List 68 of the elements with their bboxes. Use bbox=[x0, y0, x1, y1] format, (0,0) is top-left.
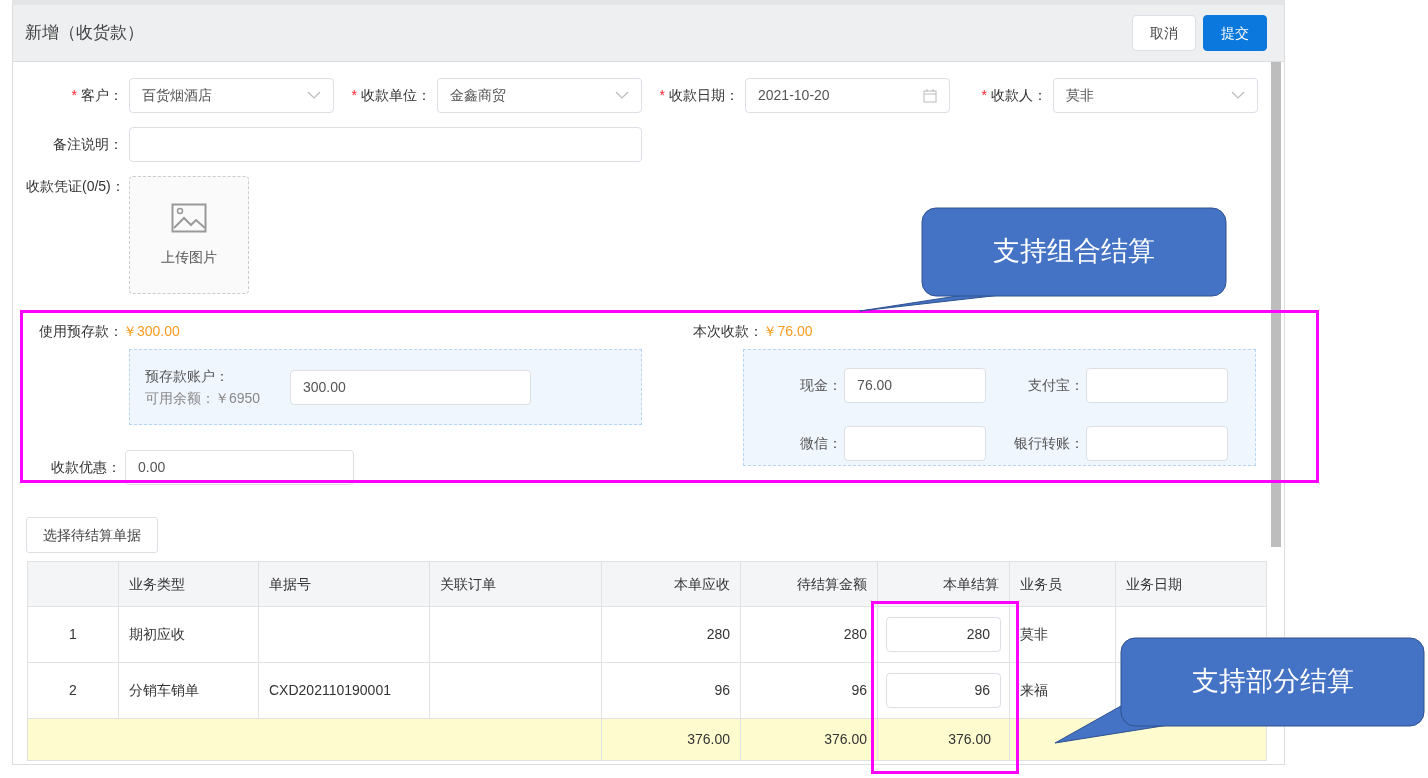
column-header: 本单应收 bbox=[601, 561, 741, 607]
select-button[interactable]: 选择待结算单据 bbox=[26, 517, 158, 553]
section-label: 使用预存款： bbox=[39, 321, 123, 341]
chevron-down-icon bbox=[307, 91, 321, 100]
amount-text: ￥300.00 bbox=[123, 321, 180, 341]
column-header: 待结算金额 bbox=[740, 561, 878, 607]
required-asterisk: * bbox=[981, 87, 987, 103]
dialog-title: 新增（收货款） bbox=[25, 22, 144, 45]
balance-text: 可用余额：￥6950 bbox=[145, 389, 262, 408]
field-label: 收款日期： bbox=[669, 87, 739, 103]
table-cell: 280 bbox=[843, 626, 867, 642]
column-header: 本单结算 bbox=[877, 561, 1010, 607]
table-cell: 96 bbox=[714, 682, 730, 698]
field-label: 收款凭证(0/5)： bbox=[26, 177, 123, 196]
field-label: 收款单位： bbox=[361, 87, 431, 103]
table-cell: 96 bbox=[851, 682, 867, 698]
upload-button[interactable]: 上传图片 bbox=[129, 176, 249, 294]
callout: 支持部分结算 bbox=[1055, 637, 1425, 744]
text-field[interactable] bbox=[129, 127, 642, 162]
select-field[interactable]: 金鑫商贸 bbox=[437, 78, 642, 113]
account-label: 预存款账户： bbox=[145, 367, 230, 386]
calendar-icon bbox=[923, 88, 937, 103]
chevron-down-icon bbox=[1231, 91, 1245, 100]
field-label: 客户： bbox=[81, 87, 123, 103]
total-cell: 376.00 bbox=[824, 731, 867, 747]
table-cell: 来福 bbox=[1020, 682, 1048, 698]
amount-field[interactable] bbox=[1086, 426, 1229, 461]
amount-field[interactable]: 96 bbox=[886, 673, 1001, 708]
total-cell: 376.00 bbox=[948, 731, 991, 747]
image-icon bbox=[171, 202, 207, 233]
field-label: 支付宝： bbox=[1027, 376, 1086, 395]
table-cell: 期初应收 bbox=[129, 626, 185, 642]
cancel-button[interactable]: 取消 bbox=[1132, 15, 1196, 51]
amount-field[interactable]: 280 bbox=[886, 617, 1001, 652]
column-header: 关联订单 bbox=[429, 561, 602, 607]
amount-field[interactable]: 76.00 bbox=[844, 368, 987, 403]
callout: 支持组合结算 bbox=[860, 207, 1227, 312]
field-label: 银行转账： bbox=[1013, 434, 1086, 453]
date-field[interactable]: 2021-10-20 bbox=[745, 78, 950, 113]
field-label: 微信： bbox=[799, 434, 844, 453]
amount-field[interactable]: 300.00 bbox=[290, 369, 531, 405]
select-field[interactable]: 百货烟酒店 bbox=[129, 78, 334, 113]
chevron-down-icon bbox=[615, 91, 629, 100]
total-cell: 376.00 bbox=[687, 731, 730, 747]
table-cell: CXD202110190001 bbox=[269, 682, 391, 698]
field-label: 收款人： bbox=[991, 87, 1047, 103]
submit-button[interactable]: 提交 bbox=[1203, 15, 1267, 51]
amount-field[interactable] bbox=[844, 426, 987, 461]
table-cell: 莫非 bbox=[1020, 626, 1048, 642]
field-label: 现金： bbox=[799, 376, 844, 395]
table-cell: 分销车销单 bbox=[129, 682, 199, 698]
field-label: 收款优惠： bbox=[50, 458, 122, 477]
scrollbar[interactable] bbox=[1271, 62, 1281, 547]
required-asterisk: * bbox=[659, 87, 665, 103]
table-cell: 280 bbox=[706, 626, 730, 642]
select-field[interactable]: 莫非 bbox=[1053, 78, 1258, 113]
column-header: 业务类型 bbox=[118, 561, 259, 607]
required-asterisk: * bbox=[351, 87, 357, 103]
column-header: 单据号 bbox=[258, 561, 430, 607]
table-cell: 1 bbox=[69, 626, 77, 642]
column-header: 业务员 bbox=[1009, 561, 1116, 607]
column-header: 业务日期 bbox=[1115, 561, 1267, 607]
amount-text: ￥76.00 bbox=[763, 321, 813, 341]
table-cell: 2 bbox=[69, 682, 77, 698]
amount-field[interactable] bbox=[1086, 368, 1229, 403]
required-asterisk: * bbox=[71, 87, 77, 103]
section-label: 本次收款： bbox=[693, 321, 764, 341]
field-label: 备注说明： bbox=[52, 135, 123, 154]
